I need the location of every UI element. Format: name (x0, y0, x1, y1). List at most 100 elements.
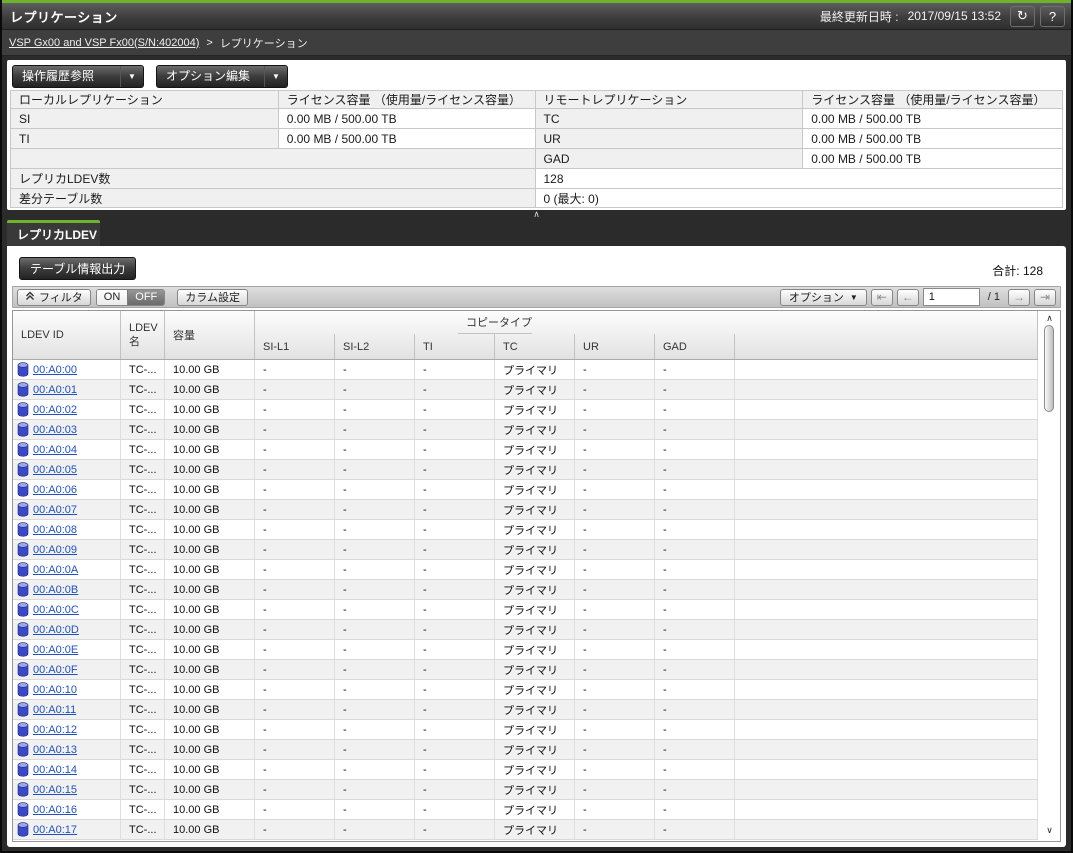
table-row[interactable]: 00:A0:0C TC-... 10.00 GB - - - プライマリ - - (13, 600, 1038, 620)
ldev-id-link[interactable]: 00:A0:05 (33, 464, 77, 476)
history-dropdown-label: 操作履歴参照 (13, 66, 120, 87)
filter-on-button[interactable]: ON (97, 290, 128, 305)
ldev-id-link[interactable]: 00:A0:14 (33, 764, 77, 776)
tab-replica-ldev[interactable]: レプリカLDEV (7, 220, 100, 246)
summary-row: 差分テーブル数 0 (最大: 0) (11, 189, 1063, 208)
table-row[interactable]: 00:A0:07 TC-... 10.00 GB - - - プライマリ - - (13, 500, 1038, 520)
ldev-id-link[interactable]: 00:A0:0B (33, 584, 78, 596)
table-row[interactable]: 00:A0:09 TC-... 10.00 GB - - - プライマリ - - (13, 540, 1038, 560)
tc-cell: プライマリ (495, 820, 575, 839)
table-row[interactable]: 00:A0:12 TC-... 10.00 GB - - - プライマリ - - (13, 720, 1038, 740)
table-row[interactable]: 00:A0:0D TC-... 10.00 GB - - - プライマリ - - (13, 620, 1038, 640)
ti-cell: - (415, 820, 495, 839)
table-row[interactable]: 00:A0:0B TC-... 10.00 GB - - - プライマリ - - (13, 580, 1038, 600)
table-row[interactable]: 00:A0:17 TC-... 10.00 GB - - - プライマリ - - (13, 820, 1038, 840)
ldev-id-link[interactable]: 00:A0:01 (33, 384, 77, 396)
column-header-si-l1[interactable]: SI-L1 (255, 334, 335, 359)
column-header-tc[interactable]: TC (495, 334, 575, 359)
ldev-id-link[interactable]: 00:A0:12 (33, 724, 77, 736)
export-table-button[interactable]: テーブル情報出力 (19, 257, 136, 280)
si-l2-cell: - (335, 820, 415, 839)
gad-cell: - (655, 780, 735, 799)
table-row[interactable]: 00:A0:08 TC-... 10.00 GB - - - プライマリ - - (13, 520, 1038, 540)
next-page-button[interactable]: → (1008, 289, 1030, 306)
scroll-down-button[interactable]: ∨ (1042, 825, 1057, 835)
table-row[interactable]: 00:A0:05 TC-... 10.00 GB - - - プライマリ - - (13, 460, 1038, 480)
ldev-id-link[interactable]: 00:A0:10 (33, 684, 77, 696)
table-row[interactable]: 00:A0:0E TC-... 10.00 GB - - - プライマリ - - (13, 640, 1038, 660)
history-dropdown-button[interactable]: 操作履歴参照 ▼ (12, 65, 144, 88)
filter-button[interactable]: フィルタ (17, 289, 91, 306)
refresh-button[interactable]: ↻ (1010, 6, 1035, 27)
table-row[interactable]: 00:A0:16 TC-... 10.00 GB - - - プライマリ - - (13, 800, 1038, 820)
last-page-button[interactable]: ⇥ (1034, 289, 1056, 306)
toolbar-right: オプション ▼ ⇤ ← / 1 → ⇥ (780, 288, 1056, 306)
ldev-name-cell: TC-... (121, 660, 165, 679)
ur-cell: - (575, 740, 655, 759)
column-header-ur[interactable]: UR (575, 334, 655, 359)
ldev-id-link[interactable]: 00:A0:0D (33, 624, 79, 636)
collapse-summary-button[interactable]: ∧ (0, 209, 1073, 219)
table-row[interactable]: 00:A0:13 TC-... 10.00 GB - - - プライマリ - - (13, 740, 1038, 760)
ldev-id-link[interactable]: 00:A0:0C (33, 604, 79, 616)
chevron-down-icon[interactable]: ▼ (120, 66, 143, 87)
action-bar: 操作履歴参照 ▼ オプション編集 ▼ (12, 65, 288, 88)
filler-cell (735, 740, 1038, 759)
table-row[interactable]: 00:A0:03 TC-... 10.00 GB - - - プライマリ - - (13, 420, 1038, 440)
filter-off-button[interactable]: OFF (127, 290, 164, 305)
column-header-ldev-id[interactable]: LDEV ID (13, 311, 121, 359)
prev-page-button[interactable]: ← (897, 289, 919, 306)
ldev-id-link[interactable]: 00:A0:06 (33, 484, 77, 496)
ldev-id-link[interactable]: 00:A0:0E (33, 644, 78, 656)
si-l1-cell: - (255, 780, 335, 799)
table-row[interactable]: 00:A0:04 TC-... 10.00 GB - - - プライマリ - - (13, 440, 1038, 460)
ldev-id-link[interactable]: 00:A0:13 (33, 744, 77, 756)
help-button[interactable]: ? (1040, 6, 1065, 27)
table-row[interactable]: 00:A0:01 TC-... 10.00 GB - - - プライマリ - - (13, 380, 1038, 400)
ldev-id-link[interactable]: 00:A0:08 (33, 524, 77, 536)
table-row[interactable]: 00:A0:06 TC-... 10.00 GB - - - プライマリ - - (13, 480, 1038, 500)
prev-page-icon: ← (902, 290, 914, 304)
ldev-id-link[interactable]: 00:A0:11 (33, 704, 76, 716)
page-number-input[interactable] (923, 288, 980, 306)
first-page-button[interactable]: ⇤ (871, 289, 893, 306)
column-settings-button[interactable]: カラム設定 (177, 289, 248, 306)
table-row[interactable]: 00:A0:02 TC-... 10.00 GB - - - プライマリ - - (13, 400, 1038, 420)
ldev-id-link[interactable]: 00:A0:07 (33, 504, 77, 516)
si-l1-cell: - (255, 440, 335, 459)
table-scrollbar[interactable]: ∧ ∨ (1042, 312, 1057, 838)
column-header-si-l2[interactable]: SI-L2 (335, 334, 415, 359)
edit-options-dropdown-button[interactable]: オプション編集 ▼ (156, 65, 288, 88)
column-header-gad[interactable]: GAD (655, 334, 735, 359)
table-row[interactable]: 00:A0:15 TC-... 10.00 GB - - - プライマリ - - (13, 780, 1038, 800)
column-header-ti[interactable]: TI (415, 334, 495, 359)
ldev-volume-icon (17, 682, 29, 697)
column-header-ldev-name[interactable]: LDEV名 (121, 311, 165, 359)
table-row[interactable]: 00:A0:10 TC-... 10.00 GB - - - プライマリ - - (13, 680, 1038, 700)
scrollbar-thumb[interactable] (1044, 325, 1054, 412)
breadcrumb-root-link[interactable]: VSP Gx00 and VSP Fx00(S/N:402004) (9, 37, 199, 49)
table-row[interactable]: 00:A0:11 TC-... 10.00 GB - - - プライマリ - - (13, 700, 1038, 720)
table-row[interactable]: 00:A0:00 TC-... 10.00 GB - - - プライマリ - - (13, 360, 1038, 380)
table-row[interactable]: 00:A0:0F TC-... 10.00 GB - - - プライマリ - - (13, 660, 1038, 680)
ldev-id-link[interactable]: 00:A0:0A (33, 564, 78, 576)
ldev-name-cell: TC-... (121, 540, 165, 559)
ldev-id-link[interactable]: 00:A0:0F (33, 664, 78, 676)
ldev-id-link[interactable]: 00:A0:00 (33, 364, 77, 376)
si-l1-cell: - (255, 740, 335, 759)
table-row[interactable]: 00:A0:14 TC-... 10.00 GB - - - プライマリ - - (13, 760, 1038, 780)
chevron-down-icon[interactable]: ▼ (264, 66, 287, 87)
ldev-id-link[interactable]: 00:A0:16 (33, 804, 77, 816)
ur-cell: - (575, 540, 655, 559)
column-header-capacity[interactable]: 容量 (165, 311, 255, 359)
replication-page: レプリケーション 最終更新日時 : 2017/09/15 13:52 ↻ ? V… (0, 0, 1073, 853)
ldev-id-link[interactable]: 00:A0:09 (33, 544, 77, 556)
ldev-id-link[interactable]: 00:A0:04 (33, 444, 77, 456)
options-dropdown-button[interactable]: オプション ▼ (780, 289, 867, 306)
scroll-up-button[interactable]: ∧ (1042, 313, 1057, 323)
table-row[interactable]: 00:A0:0A TC-... 10.00 GB - - - プライマリ - - (13, 560, 1038, 580)
ldev-id-link[interactable]: 00:A0:02 (33, 404, 77, 416)
ldev-id-link[interactable]: 00:A0:03 (33, 424, 77, 436)
ldev-id-link[interactable]: 00:A0:17 (33, 824, 77, 836)
ldev-id-link[interactable]: 00:A0:15 (33, 784, 77, 796)
